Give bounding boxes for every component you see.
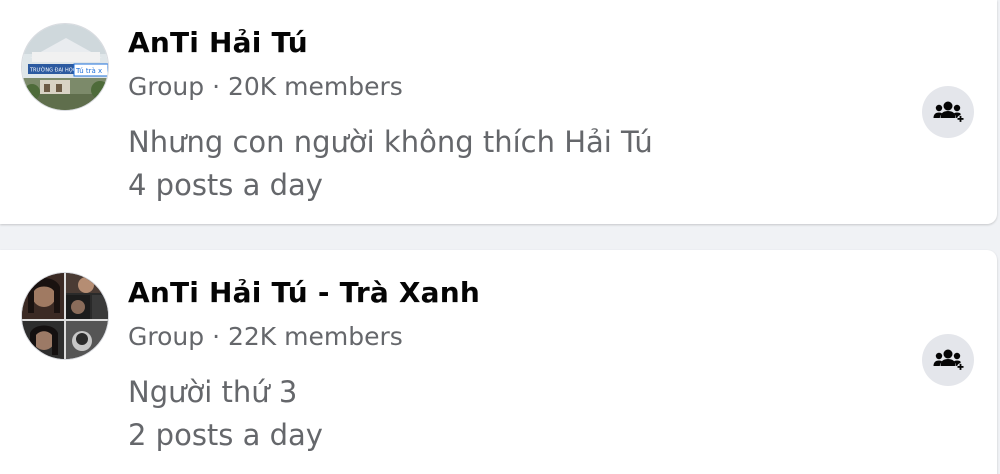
member-count: 20K members: [227, 72, 403, 101]
group-join-icon: [933, 349, 964, 370]
group-description: Người thứ 3: [128, 375, 298, 409]
meta-separator: ·: [212, 322, 221, 351]
group-name[interactable]: AnTi Hải Tú - Trà Xanh: [128, 276, 480, 309]
group-meta: Group · 22K members: [128, 322, 403, 351]
group-type: Group: [128, 72, 205, 101]
group-avatar[interactable]: TRƯỜNG ĐẠI HỌC HẢI Tú trà x: [21, 23, 109, 111]
avatar-sign-overlay: Tú trà x: [75, 67, 102, 75]
group-avatar-image: TRƯỜNG ĐẠI HỌC HẢI Tú trà x: [22, 24, 108, 110]
group-result-card[interactable]: TRƯỜNG ĐẠI HỌC HẢI Tú trà x AnTi Hải Tú …: [0, 0, 997, 224]
group-meta: Group · 20K members: [128, 72, 403, 101]
group-type: Group: [128, 322, 205, 351]
group-result-card[interactable]: AnTi Hải Tú - Trà Xanh Group · 22K membe…: [0, 250, 997, 474]
group-name[interactable]: AnTi Hải Tú: [128, 26, 308, 59]
join-group-button[interactable]: [922, 334, 974, 386]
group-avatar[interactable]: [21, 272, 109, 360]
group-description: Nhưng con người không thích Hải Tú: [128, 125, 653, 159]
post-frequency: 2 posts a day: [128, 418, 323, 452]
meta-separator: ·: [212, 72, 221, 101]
group-join-icon: [933, 101, 964, 122]
member-count: 22K members: [227, 322, 403, 351]
group-avatar-image: [22, 273, 108, 359]
post-frequency: 4 posts a day: [128, 168, 323, 202]
join-group-button[interactable]: [922, 86, 974, 138]
